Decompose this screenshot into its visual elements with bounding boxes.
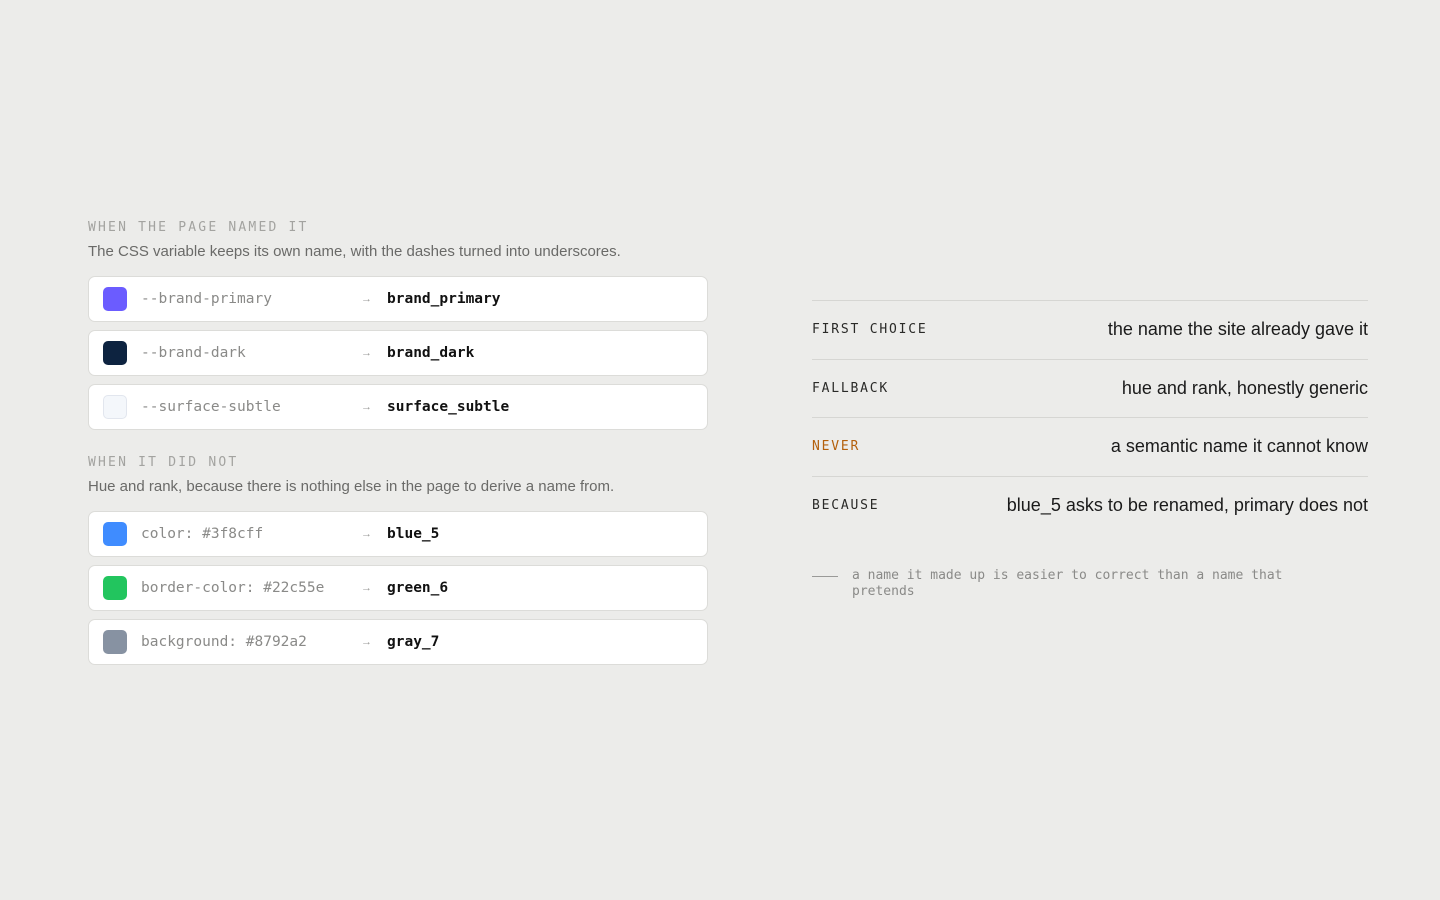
dash-icon — [812, 568, 838, 578]
rule-row: NEVER a semantic name it cannot know — [812, 417, 1368, 476]
mapping-row: --brand-primary → brand_primary — [88, 276, 708, 322]
rule-row: FALLBACK hue and rank, honestly generic — [812, 358, 1368, 418]
naming-examples: WHEN THE PAGE NAMED IT The CSS variable … — [88, 220, 708, 673]
source-name: --brand-dark — [141, 345, 246, 361]
rule-key: FIRST CHOICE — [812, 322, 928, 338]
arrow-icon: → — [361, 401, 372, 413]
color-swatch — [103, 576, 127, 600]
source-name: color: #3f8cff — [141, 526, 264, 542]
rule-value: blue_5 asks to be renamed, primary does … — [1006, 495, 1368, 516]
arrow-icon: → — [361, 347, 372, 359]
rule-key: FALLBACK — [812, 380, 890, 396]
footnote: a name it made up is easier to correct t… — [812, 568, 1368, 600]
arrow-icon: → — [361, 528, 372, 540]
section-label: WHEN THE PAGE NAMED IT — [88, 220, 309, 235]
token-name: blue_5 — [387, 526, 440, 542]
named-section: WHEN THE PAGE NAMED IT The CSS variable … — [88, 220, 708, 430]
rule-row: FIRST CHOICE the name the site already g… — [812, 300, 1368, 359]
source-name: --brand-primary — [141, 291, 272, 307]
source-name: border-color: #22c55e — [141, 580, 325, 596]
mapping-row: background: #8792a2 → gray_7 — [88, 619, 708, 665]
rule-key-warning: NEVER — [812, 439, 861, 455]
color-swatch — [103, 395, 127, 419]
section-label: WHEN IT DID NOT — [88, 455, 239, 470]
rule-value: a semantic name it cannot know — [1110, 436, 1368, 457]
rule-value: hue and rank, honestly generic — [1121, 377, 1368, 398]
section-description: The CSS variable keeps its own name, wit… — [88, 243, 621, 260]
token-name: gray_7 — [387, 634, 440, 650]
rule-value: the name the site already gave it — [1107, 319, 1368, 340]
rule-key: BECAUSE — [812, 498, 880, 514]
mapping-row: --brand-dark → brand_dark — [88, 330, 708, 376]
color-swatch — [103, 287, 127, 311]
token-name: surface_subtle — [387, 399, 510, 415]
mapping-row: color: #3f8cff → blue_5 — [88, 511, 708, 557]
footnote-text: a name it made up is easier to correct t… — [852, 568, 1283, 600]
arrow-icon: → — [361, 636, 372, 648]
rule-row: BECAUSE blue_5 asks to be renamed, prima… — [812, 475, 1368, 535]
arrow-icon: → — [361, 293, 372, 305]
color-swatch — [103, 630, 127, 654]
mapping-row: border-color: #22c55e → green_6 — [88, 565, 708, 611]
token-name: brand_dark — [387, 345, 475, 361]
token-name: green_6 — [387, 580, 449, 596]
naming-rules: FIRST CHOICE the name the site already g… — [812, 300, 1368, 600]
token-name: brand_primary — [387, 291, 501, 307]
color-swatch — [103, 341, 127, 365]
unnamed-section: WHEN IT DID NOT Hue and rank, because th… — [88, 455, 708, 665]
color-swatch — [103, 522, 127, 546]
source-name: background: #8792a2 — [141, 634, 307, 650]
arrow-icon: → — [361, 582, 372, 594]
mapping-row: --surface-subtle → surface_subtle — [88, 384, 708, 430]
source-name: --surface-subtle — [141, 399, 281, 415]
section-description: Hue and rank, because there is nothing e… — [88, 478, 615, 495]
